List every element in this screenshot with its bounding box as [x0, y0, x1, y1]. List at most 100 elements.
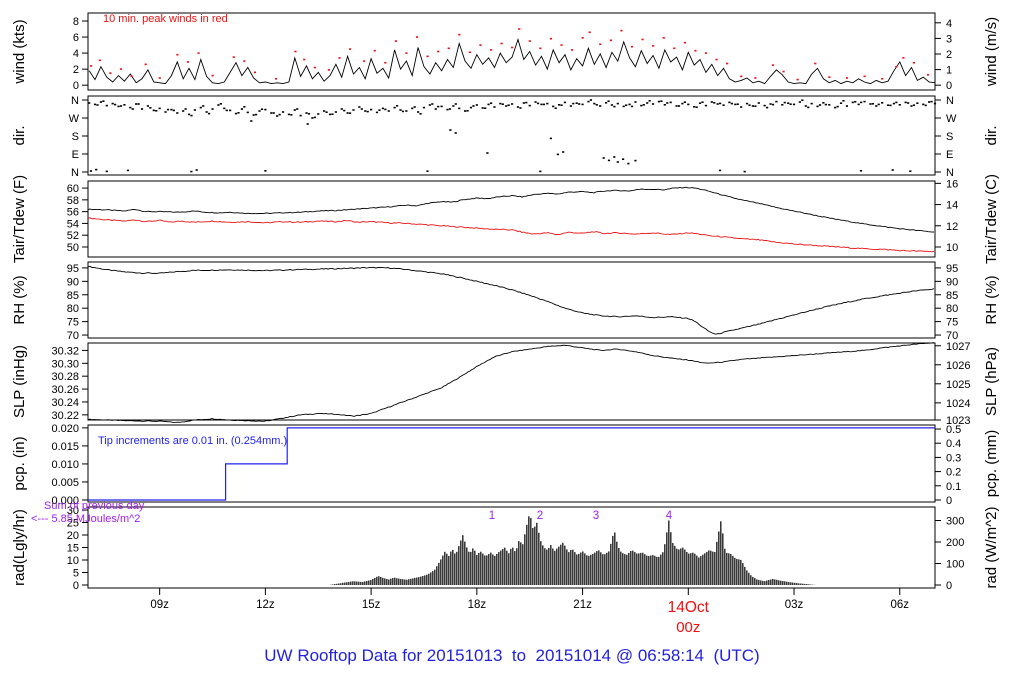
rad-bar	[706, 551, 708, 585]
dir-left-tick-label: E	[72, 149, 79, 161]
dir-dot	[240, 108, 243, 110]
wind-left-axis-title: wind (kts)	[11, 19, 28, 84]
dir-dot	[818, 104, 822, 106]
slp-left-tick-label: 30.30	[51, 358, 79, 370]
rad-bar	[744, 566, 746, 585]
slp-right-axis-title: SLP (hPa)	[983, 347, 1000, 416]
dir-dot	[792, 103, 796, 106]
peak-wind-dot	[89, 65, 93, 67]
dir-dot	[346, 112, 349, 114]
rad-bar	[716, 541, 718, 585]
rad-bar	[464, 541, 466, 585]
peak-wind-dot	[609, 39, 612, 42]
rad-bar	[568, 552, 570, 585]
rad-bar	[554, 550, 556, 585]
rad-bar	[436, 566, 438, 585]
temp-left-tick-label: 52	[67, 230, 79, 242]
rad-bar	[378, 576, 380, 585]
rad-bar	[556, 548, 558, 585]
pcp-right-tick-label: 0.2	[946, 467, 961, 479]
dir-dot	[489, 102, 493, 104]
rad-bar	[414, 577, 416, 585]
peak-wind-dot	[754, 77, 757, 79]
rad-bar	[656, 556, 658, 585]
dir-right-tick-label: E	[946, 149, 953, 161]
rad-bar	[364, 581, 366, 585]
rad-bar	[682, 547, 684, 585]
dir-dot	[205, 111, 208, 113]
dir-dot	[557, 104, 561, 106]
rad-bar	[388, 579, 390, 585]
rad-bar	[346, 582, 348, 585]
peak-wind-dot	[740, 75, 743, 78]
rad-bar	[774, 579, 776, 585]
dir-dot	[123, 104, 126, 106]
dir-outlier-dot	[616, 161, 619, 163]
rad-bar	[604, 554, 606, 585]
rad-bar	[724, 548, 726, 585]
dir-dot	[646, 102, 649, 104]
rad-bar	[424, 575, 426, 585]
dir-dot	[630, 105, 634, 108]
peak-wind-dot	[588, 31, 591, 34]
dir-dot	[751, 105, 755, 107]
dir-dot	[446, 108, 449, 111]
rad-bar	[752, 576, 754, 585]
rad-bar	[754, 578, 756, 585]
dir-dot	[328, 113, 332, 116]
dir-dot	[135, 103, 138, 105]
wind-left-tick-label: 2	[73, 64, 79, 76]
rad-bar	[368, 580, 370, 585]
dir-dot	[202, 105, 205, 107]
dir-dot	[366, 110, 369, 113]
peak-wind-dot	[560, 44, 563, 46]
dir-dot	[117, 105, 120, 108]
temp-left-tick-label: 58	[67, 195, 79, 207]
rad-bar	[622, 553, 624, 585]
dir-dot	[119, 105, 123, 107]
dir-dot	[642, 104, 645, 106]
rad-bar	[402, 579, 404, 585]
peak-wind-dot	[704, 52, 708, 54]
dir-dot	[789, 103, 792, 105]
dir-dot	[728, 101, 731, 104]
dir-dot	[589, 99, 593, 101]
rad-bar	[658, 556, 660, 585]
rad-bar	[782, 581, 784, 585]
rad-bar	[380, 577, 382, 585]
peak-wind-dot	[274, 77, 278, 80]
dir-left-tick-label: N	[71, 95, 79, 107]
dir-outlier-dot	[859, 170, 863, 172]
series-slp_inhg	[87, 342, 935, 424]
dir-dot	[272, 112, 275, 114]
dir-dot	[869, 103, 872, 105]
dir-dot	[516, 106, 520, 108]
rad-bar	[456, 551, 458, 585]
peak-wind-dot	[394, 40, 397, 42]
dir-dot	[170, 108, 173, 111]
rad-bar	[642, 552, 644, 585]
dir-dot	[105, 104, 108, 107]
dir-outlier-dot	[602, 157, 605, 159]
rad-bar	[576, 554, 578, 585]
peak-wind-dot	[253, 71, 257, 74]
rad-bar	[418, 577, 420, 585]
rad-bar	[390, 578, 392, 585]
rad-bar	[620, 551, 622, 585]
dir-outlier-dot	[549, 137, 552, 140]
dir-outlier-dot	[743, 170, 746, 173]
dir-dot	[88, 102, 91, 104]
rad-bar	[514, 551, 516, 585]
rad-bar	[496, 554, 498, 585]
dir-dot	[898, 104, 901, 106]
peak-wind-dot	[581, 37, 584, 39]
dir-dot	[381, 107, 384, 110]
rh-left-tick-label: 70	[67, 330, 79, 342]
dir-dot	[875, 105, 878, 107]
rad-bar	[718, 531, 720, 585]
peak-wind-dot	[814, 62, 817, 65]
dir-dot	[525, 101, 528, 104]
rad-bar	[534, 526, 536, 585]
rh-left-axis-title: RH (%)	[11, 275, 28, 324]
peak-wind-dot	[539, 47, 542, 50]
